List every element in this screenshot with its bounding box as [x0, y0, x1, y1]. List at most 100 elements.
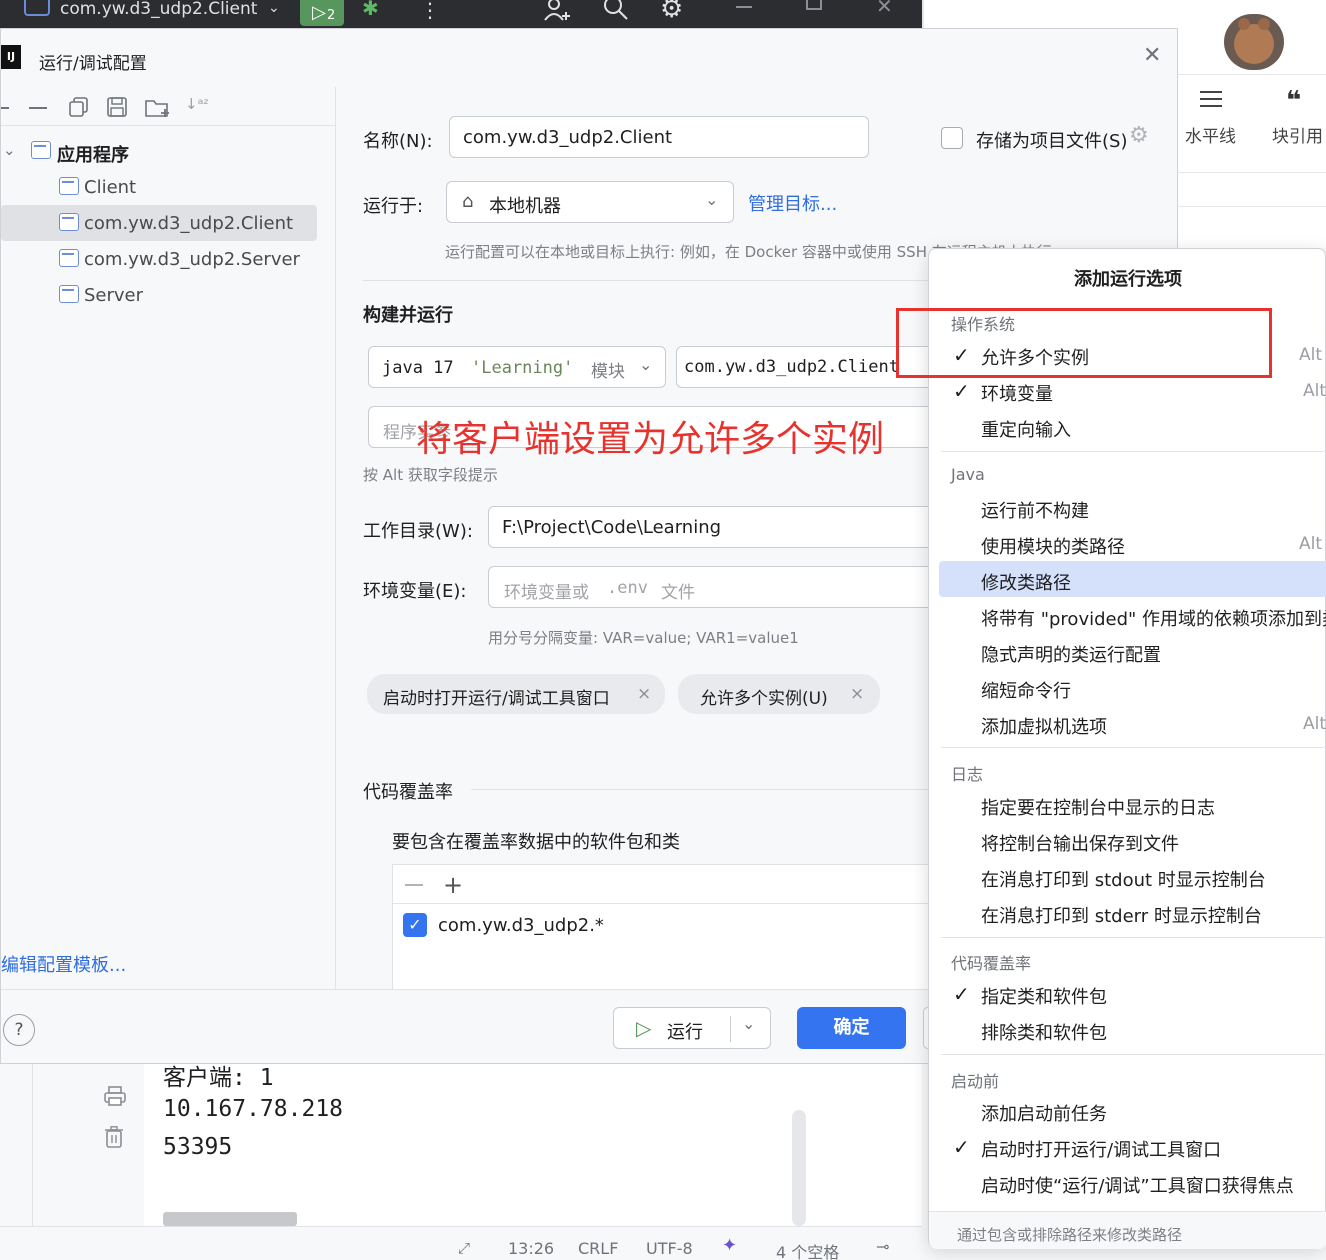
chip-open-run-window[interactable]: 启动时打开运行/调试工具窗口 ×: [367, 674, 665, 714]
vertical-scrollbar[interactable]: [792, 1110, 806, 1226]
intellij-logo-icon: IJ: [1, 45, 21, 69]
lock-icon[interactable]: ⊸: [876, 1237, 889, 1256]
main-class-value: com.yw.d3_udp2.Client: [684, 357, 899, 377]
run-button-label: 运行: [667, 1022, 703, 1043]
store-as-project-label[interactable]: 存储为项目文件(S): [976, 127, 1127, 153]
tree-item-udp2-client[interactable]: com.yw.d3_udp2.Client: [84, 213, 293, 234]
sort-icon[interactable]: ↓ᵃᶻ: [185, 95, 209, 113]
option-specify-classes[interactable]: 指定类和软件包: [981, 983, 1107, 1009]
tree-group-application[interactable]: 应用程序: [57, 141, 129, 167]
new-folder-icon[interactable]: [145, 97, 171, 119]
coverage-list: + ✓ com.yw.d3_udp2.*: [392, 864, 930, 990]
check-icon: ✓: [953, 379, 970, 403]
jdk-suffix: 模块: [591, 362, 625, 382]
option-provided-scope[interactable]: 将带有 "provided" 作用域的依赖项添加到类: [981, 609, 1326, 630]
option-implicit-class[interactable]: 隐式声明的类运行配置: [981, 641, 1161, 667]
option-modify-classpath[interactable]: 修改类路径: [981, 569, 1071, 595]
indent-setting[interactable]: 4 个空格: [776, 1239, 839, 1260]
horizontal-scrollbar[interactable]: [163, 1212, 297, 1226]
check-icon: ✓: [953, 982, 970, 1006]
run-on-select[interactable]: ⌂ 本地机器 ⌄: [446, 181, 734, 223]
add-user-icon[interactable]: [542, 0, 572, 22]
option-focus-run-window[interactable]: 启动时使“运行/调试”工具窗口获得焦点: [981, 1172, 1294, 1198]
trash-icon[interactable]: [104, 1126, 124, 1148]
line-separator[interactable]: CRLF: [578, 1239, 618, 1258]
ok-button[interactable]: 确定: [797, 1007, 906, 1049]
expand-icon[interactable]: ⤢: [458, 1239, 470, 1257]
avatar[interactable]: [1224, 14, 1284, 70]
option-open-run-window[interactable]: 启动时打开运行/调试工具窗口: [981, 1136, 1221, 1162]
option-add-vm-options[interactable]: 添加虚拟机选项: [981, 713, 1107, 739]
project-title[interactable]: com.yw.d3_udp2.Client: [60, 0, 257, 18]
block-quote-label[interactable]: 块引用: [1272, 122, 1323, 147]
name-input[interactable]: com.yw.d3_udp2.Client: [449, 116, 869, 158]
add-config-icon[interactable]: [1, 107, 9, 109]
file-encoding[interactable]: UTF-8: [646, 1239, 693, 1258]
option-show-console-stdout[interactable]: 在消息打印到 stdout 时显示控制台: [981, 866, 1266, 892]
run-widget-button[interactable]: ▷ 2: [300, 0, 344, 26]
settings-gear-icon[interactable]: ⚙: [1129, 123, 1149, 148]
edit-templates-link[interactable]: 编辑配置模板...: [1, 951, 126, 977]
chevron-down-icon: ⌄: [639, 355, 653, 374]
option-save-console[interactable]: 将控制台输出保存到文件: [981, 830, 1179, 856]
option-show-console-stderr[interactable]: 在消息打印到 stderr 时显示控制台: [981, 902, 1262, 928]
help-button[interactable]: ?: [3, 1014, 35, 1046]
caret-position[interactable]: 13:26: [508, 1239, 554, 1258]
workdir-input[interactable]: F:\Project\Code\Learning: [488, 506, 929, 548]
window-close-icon[interactable]: ✕: [876, 0, 893, 18]
settings-gear-icon[interactable]: ⚙: [660, 0, 683, 24]
option-redirect-input[interactable]: 重定向输入: [981, 416, 1071, 442]
quote-icon[interactable]: ❝: [1286, 86, 1301, 116]
option-shortcut: Alt: [1303, 714, 1326, 734]
option-exclude-classes[interactable]: 排除类和软件包: [981, 1019, 1107, 1045]
tree-item-server[interactable]: Server: [84, 285, 143, 306]
coverage-item-checkbox[interactable]: ✓: [403, 913, 427, 937]
horizontal-rule-icon[interactable]: [1198, 88, 1224, 110]
chevron-down-icon[interactable]: ⌄: [268, 0, 280, 16]
option-env-vars[interactable]: 环境变量: [981, 380, 1053, 406]
run-split-button[interactable]: ▷ 运行 ⌄: [613, 1007, 771, 1049]
chip-allow-multiple-instances[interactable]: 允许多个实例(U) ×: [678, 674, 880, 714]
add-pattern-icon[interactable]: +: [443, 871, 463, 899]
print-icon[interactable]: [104, 1086, 126, 1106]
remove-config-icon[interactable]: [29, 107, 47, 109]
debug-icon[interactable]: ✱: [362, 0, 379, 20]
project-icon: [24, 0, 50, 16]
tree-item-udp2-server[interactable]: com.yw.d3_udp2.Server: [84, 249, 300, 270]
minimize-icon[interactable]: [736, 6, 752, 8]
maximize-icon[interactable]: [806, 0, 822, 10]
tree-item-client[interactable]: Client: [84, 177, 136, 198]
jdk-select[interactable]: java 17 'Learning' 模块 ⌄: [368, 346, 666, 388]
ide-toolbar: com.yw.d3_udp2.Client ⌄ ▷ 2 ✱ ⋮ ⚙ ✕: [0, 0, 922, 28]
env-input[interactable]: 环境变量或 .env 文件: [488, 566, 929, 608]
dialog-close-icon[interactable]: ✕: [1143, 43, 1161, 68]
store-as-project-checkbox[interactable]: [941, 127, 963, 149]
option-no-build[interactable]: 运行前不构建: [981, 497, 1089, 523]
option-add-before-task[interactable]: 添加启动前任务: [981, 1100, 1107, 1126]
status-bar: ⤢ 13:26 CRLF UTF-8 ✦ 4 个空格 ⊸: [0, 1226, 922, 1260]
manage-targets-link[interactable]: 管理目标...: [748, 190, 837, 216]
search-icon[interactable]: [602, 0, 630, 22]
workdir-value: F:\Project\Code\Learning: [502, 517, 722, 538]
run-count: 2: [327, 8, 336, 23]
name-value: com.yw.d3_udp2.Client: [463, 127, 673, 148]
option-shorten-cmdline[interactable]: 缩短命令行: [981, 677, 1071, 703]
coverage-item[interactable]: com.yw.d3_udp2.*: [438, 915, 604, 936]
ai-assistant-icon[interactable]: ✦: [722, 1235, 737, 1256]
option-specify-logs[interactable]: 指定要在控制台中显示的日志: [981, 794, 1215, 820]
chip-close-icon[interactable]: ×: [637, 684, 651, 704]
chip-close-icon[interactable]: ×: [850, 684, 864, 704]
save-config-icon[interactable]: [107, 97, 127, 117]
chevron-down-icon[interactable]: ⌄: [742, 1014, 755, 1033]
env-label: 环境变量(E):: [363, 581, 467, 602]
remove-pattern-icon[interactable]: [405, 884, 423, 886]
jdk-module: 'Learning': [471, 358, 574, 378]
horizontal-rule-label[interactable]: 水平线: [1185, 122, 1236, 147]
main-class-input[interactable]: com.yw.d3_udp2.Client: [676, 346, 929, 388]
option-module-classpath[interactable]: 使用模块的类路径: [981, 533, 1125, 559]
more-icon[interactable]: ⋮: [420, 0, 440, 22]
check-icon: ✓: [953, 1135, 970, 1159]
chevron-down-icon[interactable]: ⌄: [3, 141, 16, 159]
copy-config-icon[interactable]: [69, 97, 89, 117]
section-header-before-launch: 启动前: [951, 1072, 1000, 1091]
